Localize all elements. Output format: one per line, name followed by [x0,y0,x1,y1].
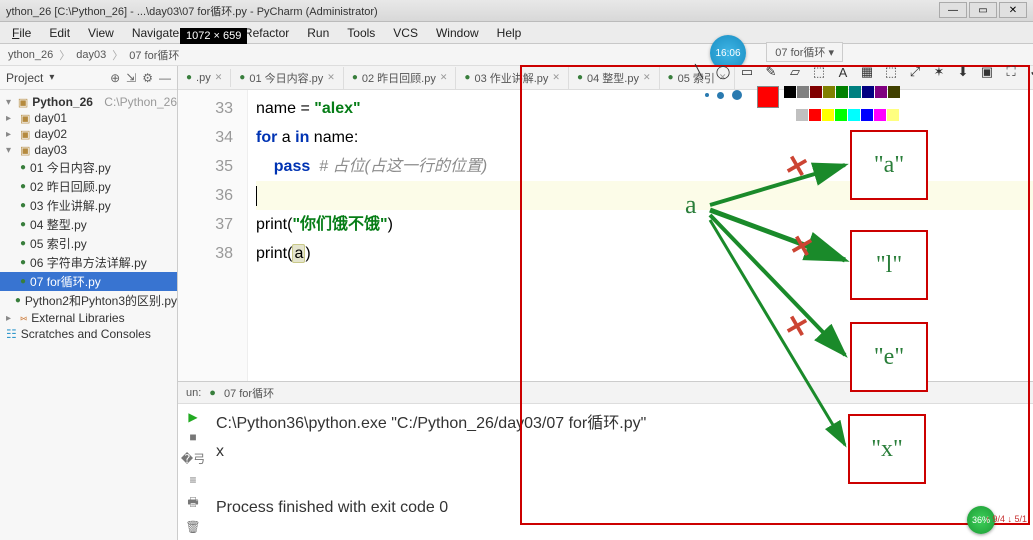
crumb-2[interactable]: day03 [76,49,106,61]
console-tab[interactable]: 07 for循环 [224,385,274,401]
crumb-3[interactable]: 07 for循环 [129,47,179,63]
tree-item[interactable]: ▸▣day01 [0,110,177,126]
tree-item[interactable]: ●01 今日内容.py [0,158,177,177]
autoscroll-icon[interactable]: ⊕ [110,71,120,85]
menu-tools[interactable]: Tools [339,24,383,42]
palette-swatch[interactable] [861,109,873,121]
stop-icon[interactable]: ■ [189,430,196,444]
tree-item[interactable]: ●07 for循环.py [0,272,177,291]
project-tool-header: Project ▾ ⊕ ⇲ ⚙ — [0,66,177,90]
menu-help[interactable]: Help [489,24,530,42]
download-icon[interactable]: ⬇ [954,63,972,81]
console-output[interactable]: C:\Python36\python.exe "C:/Python_26/day… [208,404,654,540]
scratches[interactable]: ☷Scratches and Consoles [0,326,177,342]
brush-icon[interactable]: ⬚ [810,63,828,81]
crosshair-icon[interactable]: ✶ [930,63,948,81]
run-icon[interactable]: ▶ [188,410,197,424]
step-icon[interactable]: �弓 [181,450,205,467]
window-minimize[interactable]: — [939,2,967,18]
annotation-box-l: "l" [850,230,928,300]
brush-size-med[interactable] [717,92,724,99]
tree-root[interactable]: ▾▣ Python_26 C:\Python_26 [0,94,177,110]
window-buttons: — ▭ ✕ [939,2,1027,18]
tree-item[interactable]: ●06 字符串方法详解.py [0,253,177,272]
tree-item[interactable]: ●02 昨日回顾.py [0,177,177,196]
annotation-box-e: "e" [850,322,928,392]
main-menu: File Edit View Navigate Code Refactor Ru… [0,22,1033,44]
palette-swatch[interactable] [822,109,834,121]
editor-tab[interactable]: ●.py✕ [178,69,231,87]
gear-icon[interactable]: ⚙ [142,71,153,85]
palette-swatch[interactable] [887,109,899,121]
tree-item[interactable]: ●03 作业讲解.py [0,196,177,215]
window-close[interactable]: ✕ [999,2,1027,18]
brush-size-large[interactable] [732,90,742,100]
zoom-icon[interactable]: ⤢ [906,63,924,81]
tree-item[interactable]: ▾▣day03 [0,142,177,158]
palette-swatch[interactable] [835,109,847,121]
text-icon[interactable]: A [834,63,852,81]
tree-item[interactable]: ●04 整型.py [0,215,177,234]
current-color[interactable] [757,86,779,108]
trash-icon[interactable]: 🗑 [185,520,200,534]
scroll-indicator: ↑ 9/4 ↓ 5/1 [985,514,1027,524]
editor-tab[interactable]: ●01 今日内容.py✕ [231,67,344,89]
editor-tab[interactable]: ●04 整型.py✕ [569,67,660,89]
project-title[interactable]: Project [6,71,43,85]
brush-size-selector[interactable] [705,90,742,100]
annotation-toolbar: ╲◯▭✎▱⬚A▦⬚⤢✶⬇▣⛶✓✕↗ [690,56,1033,88]
project-tree[interactable]: ▾▣ Python_26 C:\Python_26 ▸▣day01▸▣day02… [0,90,177,540]
line-icon[interactable]: ╲ [690,63,708,81]
ellipse-icon[interactable]: ◯ [714,63,732,81]
expand-icon[interactable]: ⛶ [1002,63,1020,81]
menu-file[interactable]: File [4,24,39,42]
window-title-bar: ython_26 [C:\Python_26] - ...\day03\07 f… [0,0,1033,22]
window-maximize[interactable]: ▭ [969,2,997,18]
menu-view[interactable]: View [80,24,122,42]
palette-swatch[interactable] [796,109,808,121]
group-icon[interactable]: ⬚ [882,63,900,81]
tree-item[interactable]: ●05 索引.py [0,234,177,253]
save-icon[interactable]: ▣ [978,63,996,81]
menu-navigate[interactable]: Navigate [124,24,187,42]
external-libraries[interactable]: ▸⑅External Libraries [0,310,177,326]
palette-swatch[interactable] [783,109,795,121]
editor-tab[interactable]: ●03 作业讲解.py✕ [456,67,569,89]
palette-swatch[interactable] [848,109,860,121]
palette-swatch[interactable] [874,109,886,121]
dimension-badge: 1072 × 659 [180,28,247,44]
tree-item[interactable]: ●Python2和Pyhton3的区别.py [0,291,177,310]
crumb-1[interactable]: ython_26 [8,49,53,61]
annotation-box-a: "a" [850,130,928,200]
menu-vcs[interactable]: VCS [385,24,426,42]
accept-icon[interactable]: ✓ [1026,63,1033,81]
mask-icon[interactable]: ▦ [858,63,876,81]
editor-tab[interactable]: ●02 昨日回顾.py✕ [344,67,457,89]
run-label: un: [186,387,201,399]
tree-item[interactable]: ▸▣day02 [0,126,177,142]
annotation-variable-a: a [685,190,697,220]
eraser-icon[interactable]: ▱ [786,63,804,81]
menu-window[interactable]: Window [428,24,487,42]
line-gutter: 333435363738 [178,90,248,381]
annotation-box-x: "x" [848,414,926,484]
collapse-icon[interactable]: ⇲ [126,71,136,85]
palette-swatch[interactable] [809,109,821,121]
window-title: ython_26 [C:\Python_26] - ...\day03\07 f… [6,3,378,19]
menu-run[interactable]: Run [299,24,337,42]
print-icon[interactable]: 🖶 [187,493,198,514]
console-gutter: ▶ ■ �弓 ≡ 🖶 🗑 [178,404,208,540]
project-sidebar: Project ▾ ⊕ ⇲ ⚙ — ▾▣ Python_26 C:\Python… [0,66,178,540]
hide-icon[interactable]: — [159,71,171,85]
color-palette[interactable] [757,86,900,121]
menu-edit[interactable]: Edit [41,24,78,42]
pencil-icon[interactable]: ✎ [762,63,780,81]
list-icon[interactable]: ≡ [189,473,196,487]
rect-icon[interactable]: ▭ [738,63,756,81]
brush-size-small[interactable] [705,93,709,97]
